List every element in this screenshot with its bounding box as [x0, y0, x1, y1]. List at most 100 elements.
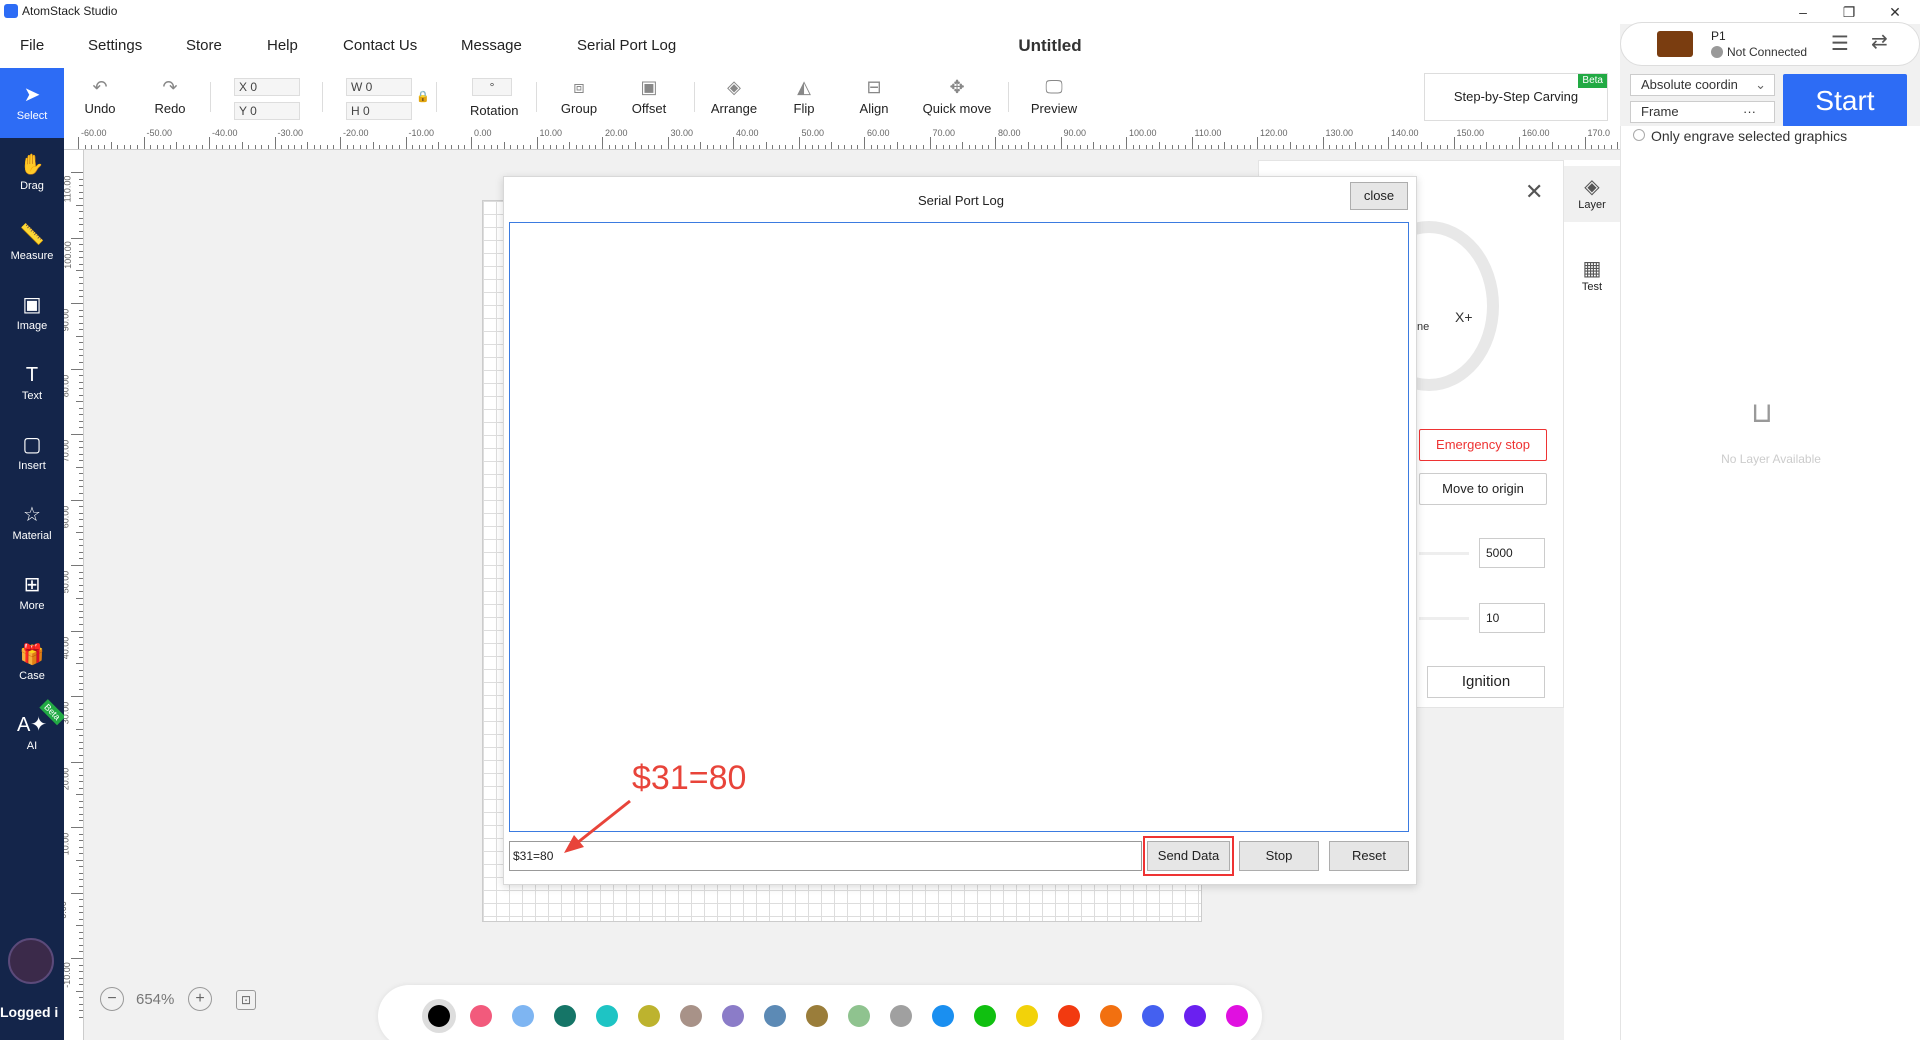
zoom-in-button[interactable]: + [188, 987, 212, 1011]
preview-button[interactable]: 🖵 Preview [1024, 68, 1084, 126]
color-swatch[interactable] [722, 1005, 744, 1027]
align-button[interactable]: ⊟ Align [854, 68, 894, 126]
sidebar-item-measure[interactable]: 📏 Measure [0, 208, 64, 278]
minimize-icon[interactable]: – [1780, 0, 1826, 24]
rotation-field[interactable]: ° [472, 78, 512, 96]
ruler-tick [798, 137, 800, 149]
ruler-tick [76, 859, 83, 861]
color-swatch[interactable] [596, 1005, 618, 1027]
color-swatch[interactable] [1016, 1005, 1038, 1027]
ignition-button[interactable]: Ignition [1427, 666, 1545, 698]
zoom-out-button[interactable]: − [100, 987, 124, 1011]
ruler-tick-label: 0.00 [64, 900, 68, 919]
color-swatch[interactable] [932, 1005, 954, 1027]
tab-layer[interactable]: ◈ Layer [1564, 166, 1620, 222]
menu-contact-us[interactable]: Contact Us [343, 37, 417, 54]
color-swatch[interactable] [1226, 1005, 1248, 1027]
stop-button[interactable]: Stop [1239, 841, 1319, 871]
menu-settings[interactable]: Settings [88, 37, 142, 54]
menu-help[interactable]: Help [267, 37, 298, 54]
color-swatch[interactable] [638, 1005, 660, 1027]
menu-store[interactable]: Store [186, 37, 222, 54]
close-button[interactable]: close [1350, 182, 1408, 210]
ruler-tick [79, 257, 83, 259]
sidebar-item-text[interactable]: T Text [0, 348, 64, 418]
send-data-button[interactable]: Send Data [1147, 841, 1230, 871]
sidebar-item-more[interactable]: ⊞ More [0, 558, 64, 628]
color-swatch[interactable] [1142, 1005, 1164, 1027]
more-icon: ··· [1743, 104, 1756, 119]
fit-view-icon[interactable]: ⊡ [236, 990, 256, 1010]
log-output[interactable] [509, 222, 1409, 832]
group-button[interactable]: ⧈ Group [554, 68, 604, 126]
offset-button[interactable]: ▣ Offset [624, 68, 674, 126]
undo-button[interactable]: ↶ Undo [80, 68, 120, 126]
color-swatch[interactable] [680, 1005, 702, 1027]
ruler-tick [71, 237, 83, 239]
settings-sliders-icon[interactable]: ☰ [1831, 31, 1849, 56]
frame-select[interactable]: Frame ··· [1630, 101, 1775, 123]
speed-input[interactable]: 5000 [1479, 538, 1545, 568]
speed-slider[interactable] [1419, 552, 1469, 555]
avatar[interactable] [8, 938, 54, 984]
step-by-step-carving-button[interactable]: Step-by-Step Carving Beta [1424, 73, 1608, 121]
restore-icon[interactable]: ❐ [1826, 0, 1872, 24]
y-position-field[interactable]: Y 0 [234, 102, 300, 120]
color-swatch[interactable] [890, 1005, 912, 1027]
width-field[interactable]: W 0 [346, 78, 412, 96]
ruler-tick [195, 145, 197, 149]
tab-test[interactable]: ▦ Test [1564, 248, 1620, 304]
coordinate-mode-select[interactable]: Absolute coordin ⌄ [1630, 74, 1775, 96]
only-selected-radio[interactable] [1633, 129, 1645, 141]
color-swatch[interactable] [1100, 1005, 1122, 1027]
reset-button[interactable]: Reset [1329, 841, 1409, 871]
sidebar-item-insert[interactable]: ▢ Insert [0, 418, 64, 488]
close-icon[interactable]: ✕ [1525, 179, 1543, 205]
sidebar-item-drag[interactable]: ✋ Drag [0, 138, 64, 208]
ruler-tick [1047, 145, 1049, 149]
ruler-tick [79, 768, 83, 770]
quick-move-button[interactable]: ✥ Quick move [920, 68, 994, 126]
ruler-tick-label: 40.00 [736, 128, 759, 138]
x-position-field[interactable]: X 0 [234, 78, 300, 96]
color-swatch[interactable] [470, 1005, 492, 1027]
color-swatch[interactable] [428, 1005, 450, 1027]
flip-button[interactable]: ◭ Flip [784, 68, 824, 126]
ruler-tick [536, 137, 538, 149]
sidebar-item-ai[interactable]: A✦ AI Beta [0, 698, 66, 768]
close-window-icon[interactable]: ✕ [1872, 0, 1918, 24]
color-swatch[interactable] [554, 1005, 576, 1027]
sidebar-item-case[interactable]: 🎁 Case [0, 628, 64, 698]
lock-ratio-icon[interactable]: 🔒 [416, 90, 430, 103]
emergency-stop-button[interactable]: Emergency stop [1419, 429, 1547, 461]
x-plus-button[interactable]: X+ [1455, 309, 1473, 325]
color-swatch[interactable] [848, 1005, 870, 1027]
power-input[interactable]: 10 [1479, 603, 1545, 633]
height-field[interactable]: H 0 [346, 102, 412, 120]
sidebar-item-image[interactable]: ▣ Image [0, 278, 64, 348]
power-slider[interactable] [1419, 617, 1469, 620]
machine-panel[interactable]: P1 Not Connected ☰ ⇄ [1620, 22, 1920, 66]
menu-serial-port-log[interactable]: Serial Port Log [577, 37, 676, 54]
ruler-tick [562, 145, 564, 149]
ruler-tick [1250, 145, 1252, 149]
redo-button[interactable]: ↷ Redo [150, 68, 190, 126]
switch-icon[interactable]: ⇄ [1871, 29, 1888, 54]
move-to-origin-button[interactable]: Move to origin [1419, 473, 1547, 505]
ruler-tick-label: 120.00 [1260, 128, 1288, 138]
color-swatch[interactable] [806, 1005, 828, 1027]
sidebar-item-select[interactable]: ➤ Select [0, 68, 64, 138]
color-swatch[interactable] [974, 1005, 996, 1027]
menu-message[interactable]: Message [461, 37, 522, 54]
ruler-tick [1178, 145, 1180, 149]
sidebar-item-material[interactable]: ☆ Material [0, 488, 64, 558]
color-swatch[interactable] [1184, 1005, 1206, 1027]
ruler-tick [79, 571, 83, 573]
color-swatch[interactable] [764, 1005, 786, 1027]
ruler-tick-label: 160.00 [1522, 128, 1550, 138]
menu-file[interactable]: File [20, 37, 44, 54]
arrange-button[interactable]: ◈ Arrange [704, 68, 764, 126]
color-swatch[interactable] [1058, 1005, 1080, 1027]
start-button[interactable]: Start [1783, 74, 1907, 127]
color-swatch[interactable] [512, 1005, 534, 1027]
